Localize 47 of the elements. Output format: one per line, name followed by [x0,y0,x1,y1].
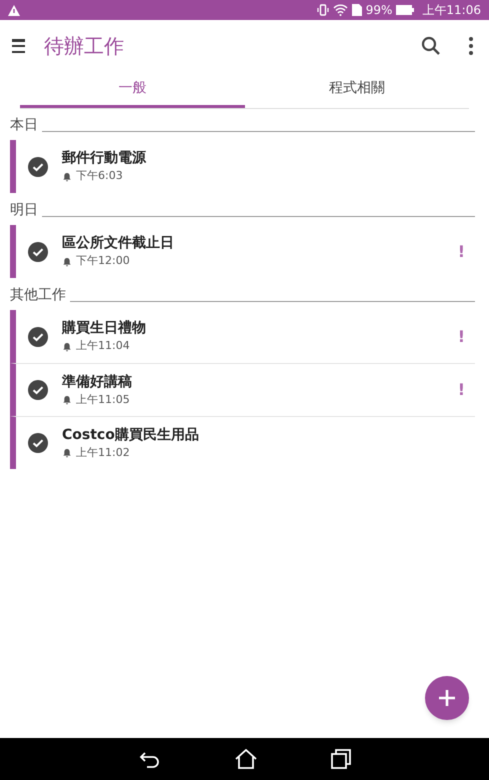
priority-mark: ! [458,326,465,348]
task-row[interactable]: 區公所文件截止日 下午12:00 ! [10,225,475,278]
task-title: 準備好講稿 [62,372,133,392]
priority-mark: ! [458,379,465,401]
bell-icon [62,395,72,405]
reminder-time: 上午11:04 [76,338,130,354]
tab[interactable]: 一般 [20,72,244,108]
warning-icon [8,4,20,16]
check-circle-icon[interactable] [28,242,48,262]
section-header: 本日 [10,116,38,135]
clock: 上午11:06 [422,2,481,19]
bell-icon [62,256,72,266]
reminder-time: 下午12:00 [76,253,130,270]
task-row[interactable]: 準備好講稿 上午11:05 ! [10,363,475,416]
reminder-time: 下午6:03 [76,168,123,184]
task-title: 郵件行動電源 [62,149,148,168]
section-header: 其他工作 [10,286,66,305]
bell-icon [62,342,72,352]
plus-icon [437,688,457,708]
section-header: 明日 [10,201,38,220]
reminder-time: 上午11:05 [76,392,130,408]
recents-button[interactable] [330,749,350,769]
reminder-time: 上午11:02 [76,444,130,461]
task-row[interactable]: Costco購買民生用品 上午11:02 [10,416,475,469]
task-row[interactable]: 購買生日禮物 上午11:04 ! [10,310,475,363]
sim-card-icon [352,4,362,16]
wifi-icon [332,4,348,16]
search-button[interactable] [421,36,441,56]
check-circle-icon[interactable] [28,433,48,453]
task-title: 區公所文件截止日 [62,234,175,254]
app-title: 待辦工作 [44,33,124,60]
bell-icon [62,448,72,458]
home-button[interactable] [234,749,256,769]
priority-mark: ! [458,240,465,262]
tab[interactable]: 程式相關 [244,72,469,108]
task-title: Costco購買民生用品 [62,426,200,445]
add-button[interactable] [425,676,469,720]
check-circle-icon[interactable] [28,380,48,400]
check-circle-icon[interactable] [28,326,48,346]
back-button[interactable] [138,750,160,768]
battery-icon [396,5,414,15]
bell-icon [62,172,72,182]
task-title: 購買生日禮物 [62,319,147,338]
battery-percent: 99% [366,2,392,19]
task-row[interactable]: 郵件行動電源 下午6:03 [10,140,475,193]
check-circle-icon[interactable] [28,156,48,176]
vibrate-icon [316,4,329,16]
